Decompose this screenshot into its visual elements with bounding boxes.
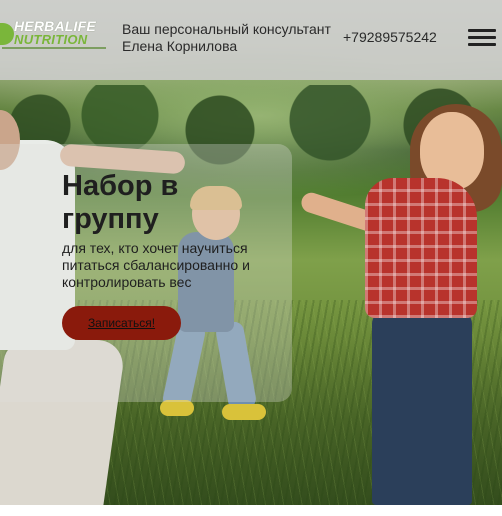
signup-button[interactable]: Записаться! (62, 306, 181, 340)
hero-title: Набор в группу (62, 170, 179, 235)
logo-tagline (2, 47, 106, 49)
hero-subtitle: для тех, кто хочет научиться питаться сб… (62, 240, 250, 290)
hamburger-menu-icon[interactable] (468, 29, 496, 47)
page-bottom-edge (0, 505, 502, 516)
consultant-title: Ваш персональный консультант (122, 21, 331, 37)
logo-text-nutrition: NUTRITION (14, 32, 88, 47)
site-header: HERBALIFE NUTRITION Ваш персональный кон… (0, 0, 502, 80)
leaf-icon (0, 23, 14, 45)
consultant-name: Елена Корнилова (122, 38, 238, 54)
hero-card: Набор в группу для тех, кто хочет научит… (0, 144, 292, 402)
phone-link[interactable]: +79289575242 (343, 29, 437, 45)
herbalife-logo[interactable]: HERBALIFE NUTRITION (0, 18, 108, 52)
consultant-info: Ваш персональный консультант Елена Корни… (122, 21, 331, 55)
